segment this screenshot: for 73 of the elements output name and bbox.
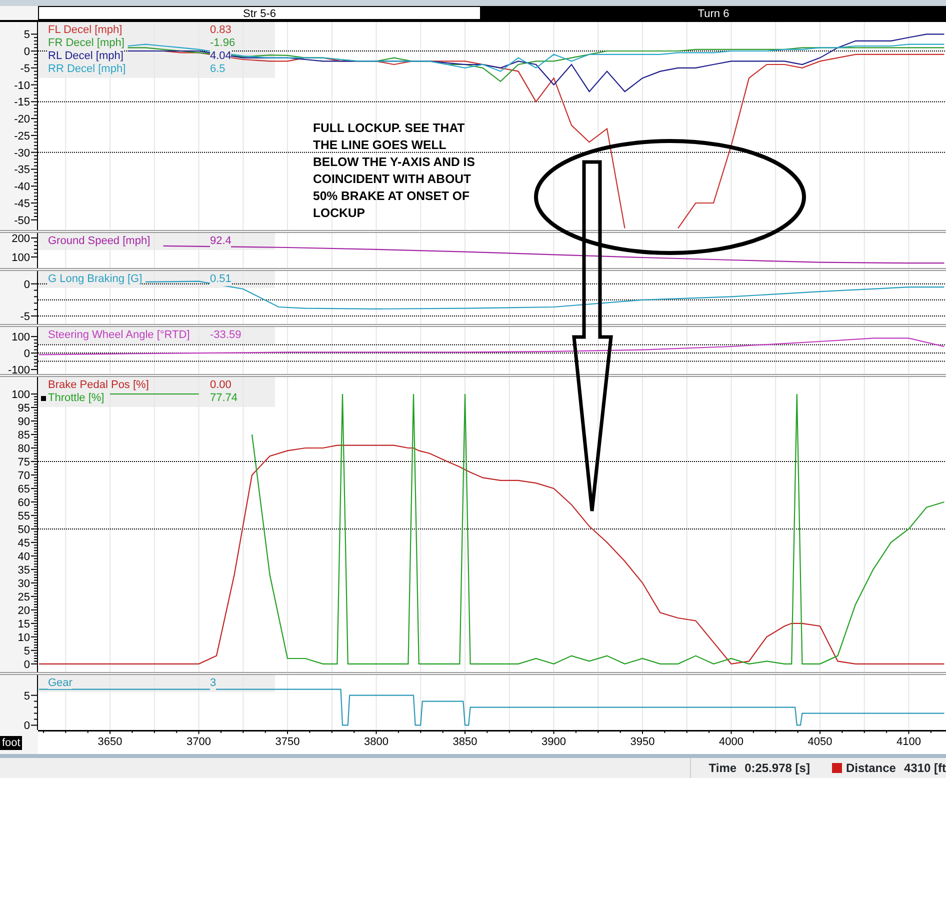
channel-name: Gear	[48, 677, 72, 689]
axis-tick-label: 3900	[542, 736, 566, 748]
axis-tick-label: 4050	[808, 736, 832, 748]
axis-tick-label: 55	[18, 510, 30, 522]
axis-tick-label: -15	[14, 96, 30, 109]
axis-tick-label: 45	[18, 537, 30, 550]
axis-tick-label: 85	[18, 430, 30, 442]
channel-reading: 3	[210, 677, 216, 690]
channel-name: Ground Speed [mph]	[48, 235, 150, 247]
axis-tick-label: 70	[18, 470, 30, 482]
axis-tick-label: 100	[12, 252, 30, 264]
axis-tick-label: -10	[14, 80, 30, 92]
axis-tick-label: 4000	[719, 736, 744, 748]
axis-tick-label: 100	[12, 389, 30, 401]
axis-tick-label: 3700	[186, 736, 212, 748]
channel-name: Steering Wheel Angle [°RTD]	[48, 329, 190, 341]
axis-tick-label: -5	[20, 310, 30, 323]
axis-tick-label: 4100	[896, 736, 921, 748]
axis-tick-label: 50	[18, 524, 30, 536]
axis-tick-label: 30	[18, 578, 30, 590]
axis-tick-label: 100	[12, 332, 30, 344]
status-value: 4310 [ft	[904, 760, 946, 777]
axis-tick-label: 75	[18, 456, 30, 468]
axis-tick-label: 0	[24, 46, 30, 58]
axis-tick-label: 3850	[452, 736, 478, 748]
axis-tick-label: -40	[14, 181, 30, 194]
axis-tick-label: 0	[24, 658, 30, 671]
axis-tick-label: 35	[18, 564, 30, 576]
channel-name: Throttle [%]	[48, 392, 104, 404]
axis-tick-label: 5	[24, 29, 30, 42]
axis-tick-label: 15	[18, 618, 30, 630]
channel-name: FR Decel [mph]	[48, 37, 124, 49]
track-segment: Turn 6	[481, 6, 946, 20]
channel-name: Brake Pedal Pos [%]	[48, 379, 149, 391]
channel-reading: 0.51	[210, 273, 232, 286]
channel-name: RR Decel [mph]	[48, 63, 126, 75]
channel-name: G Long Braking [G]	[48, 273, 142, 285]
channel-name: FL Decel [mph]	[48, 24, 122, 36]
status-label: Distance	[846, 760, 896, 777]
track-segment: Str 5-6	[38, 6, 481, 20]
axis-tick-label: -35	[14, 164, 30, 176]
axis-tick-label: 40	[18, 550, 30, 563]
axis-tick-label: 3750	[275, 736, 300, 748]
axis-tick-label: 20	[18, 604, 30, 617]
axis-tick-label: 10	[18, 632, 30, 644]
axis-tick-label: 0	[24, 348, 30, 360]
axis-tick-label: 5	[24, 645, 30, 658]
axis-tick-label: 3950	[630, 736, 655, 748]
axis-tick-label: -100	[8, 364, 30, 374]
axis-tick-label: -20	[14, 114, 30, 126]
axis-tick-label: 3800	[364, 736, 388, 748]
axis-tick-label: -25	[14, 130, 30, 142]
axis-tick-label: 95	[18, 402, 30, 414]
axis-tick-label: 200	[12, 233, 30, 245]
axis-tick-label: -5	[20, 62, 30, 75]
axis-tick-label: -50	[14, 214, 30, 227]
annotation-text: FULL LOCKUP. SEE THAT THE LINE GOES WELL BELOW THE Y-AXIS AND IS COINCIDENT WITH ABOUT 50% BRAKE AT ONSET OF LOCKUP	[313, 120, 475, 222]
axis-tick-label: 60	[18, 496, 30, 509]
axis-unit-label: foot	[0, 736, 22, 750]
axis-tick-label: 0	[24, 720, 30, 730]
axis-tick-label: -30	[14, 147, 30, 160]
axis-tick-label: 90	[18, 416, 30, 428]
status-value: 0:25.978 [s]	[744, 760, 810, 777]
axis-tick-label: 80	[18, 442, 30, 455]
channel-name: RL Decel [mph]	[48, 50, 124, 62]
axis-tick-label: 25	[18, 591, 30, 604]
axis-tick-label: 0	[24, 278, 30, 291]
axis-tick-label: 65	[18, 483, 30, 496]
axis-tick-label: 3650	[98, 736, 122, 748]
channel-reading: 92.4	[210, 235, 232, 248]
axis-tick-label: -45	[14, 198, 30, 210]
status-label: Time	[708, 760, 737, 777]
axis-tick-label: 5	[24, 690, 30, 702]
